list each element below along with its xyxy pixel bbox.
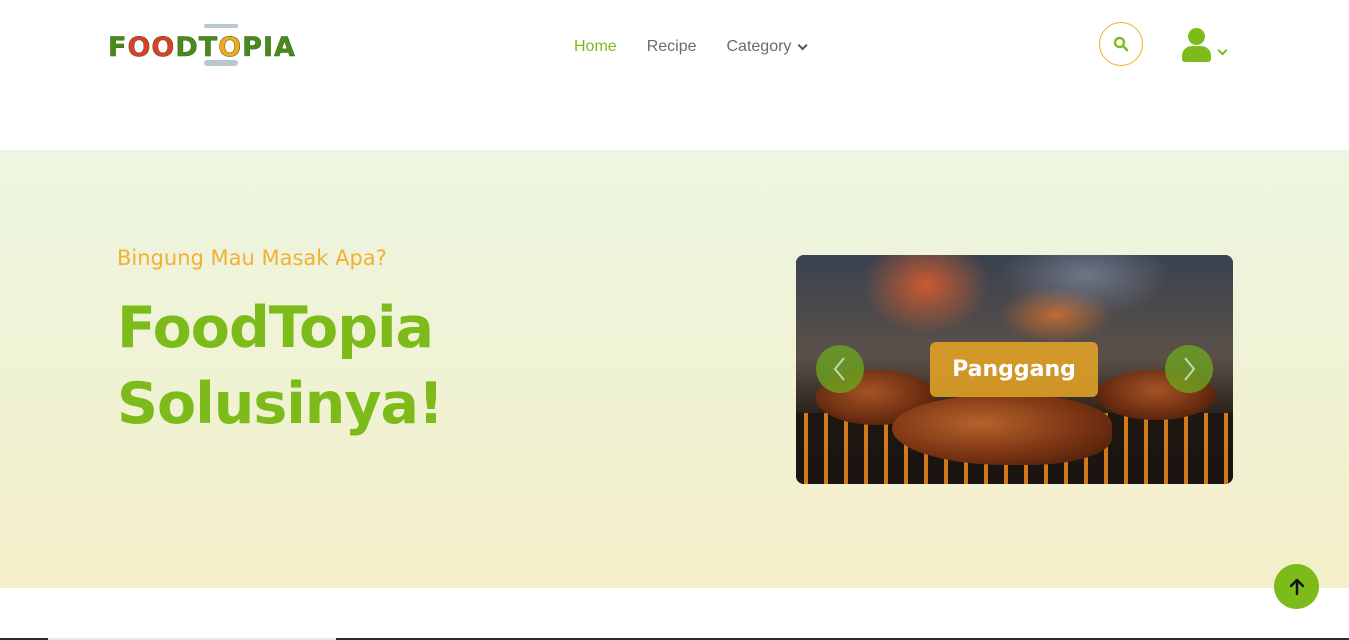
chevron-down-icon <box>798 40 808 51</box>
back-to-top-button[interactable] <box>1274 564 1319 609</box>
user-icon-body <box>1182 46 1211 62</box>
carousel-next-button[interactable] <box>1165 345 1213 393</box>
carousel-prev-button[interactable] <box>816 345 864 393</box>
main-nav: Home Recipe Category <box>574 36 834 58</box>
hero-title: FoodTopia Solusinya! <box>117 290 617 442</box>
header: FOODTOPIA Home Recipe Category <box>0 0 1349 150</box>
user-icon <box>1188 28 1205 45</box>
search-icon <box>1113 36 1129 52</box>
nav-recipe[interactable]: Recipe <box>647 38 697 56</box>
nav-category-label: Category <box>726 38 792 55</box>
hero-subtitle: Bingung Mau Masak Apa? <box>117 246 387 270</box>
search-button[interactable] <box>1099 22 1143 66</box>
arrow-up-icon <box>1289 578 1304 595</box>
logo-spoon-icon <box>204 60 238 66</box>
logo-fork-icon <box>204 24 238 28</box>
nav-category[interactable]: Category <box>726 38 808 56</box>
chevron-right-icon <box>1184 357 1196 381</box>
image-carousel[interactable]: Panggang <box>796 255 1233 484</box>
hero-title-line1: FoodTopia <box>117 295 434 361</box>
hero-title-line2: Solusinya! <box>117 371 444 437</box>
hero-section: Bingung Mau Masak Apa? FoodTopia Solusin… <box>0 150 1349 588</box>
logo[interactable]: FOODTOPIA <box>108 24 296 70</box>
nav-home[interactable]: Home <box>574 38 617 56</box>
chevron-down-icon <box>1217 45 1228 56</box>
user-menu-button[interactable] <box>1180 28 1232 64</box>
chevron-left-icon <box>833 357 845 381</box>
slide-caption[interactable]: Panggang <box>930 342 1098 397</box>
logo-text: FOODTOPIA <box>108 31 296 63</box>
